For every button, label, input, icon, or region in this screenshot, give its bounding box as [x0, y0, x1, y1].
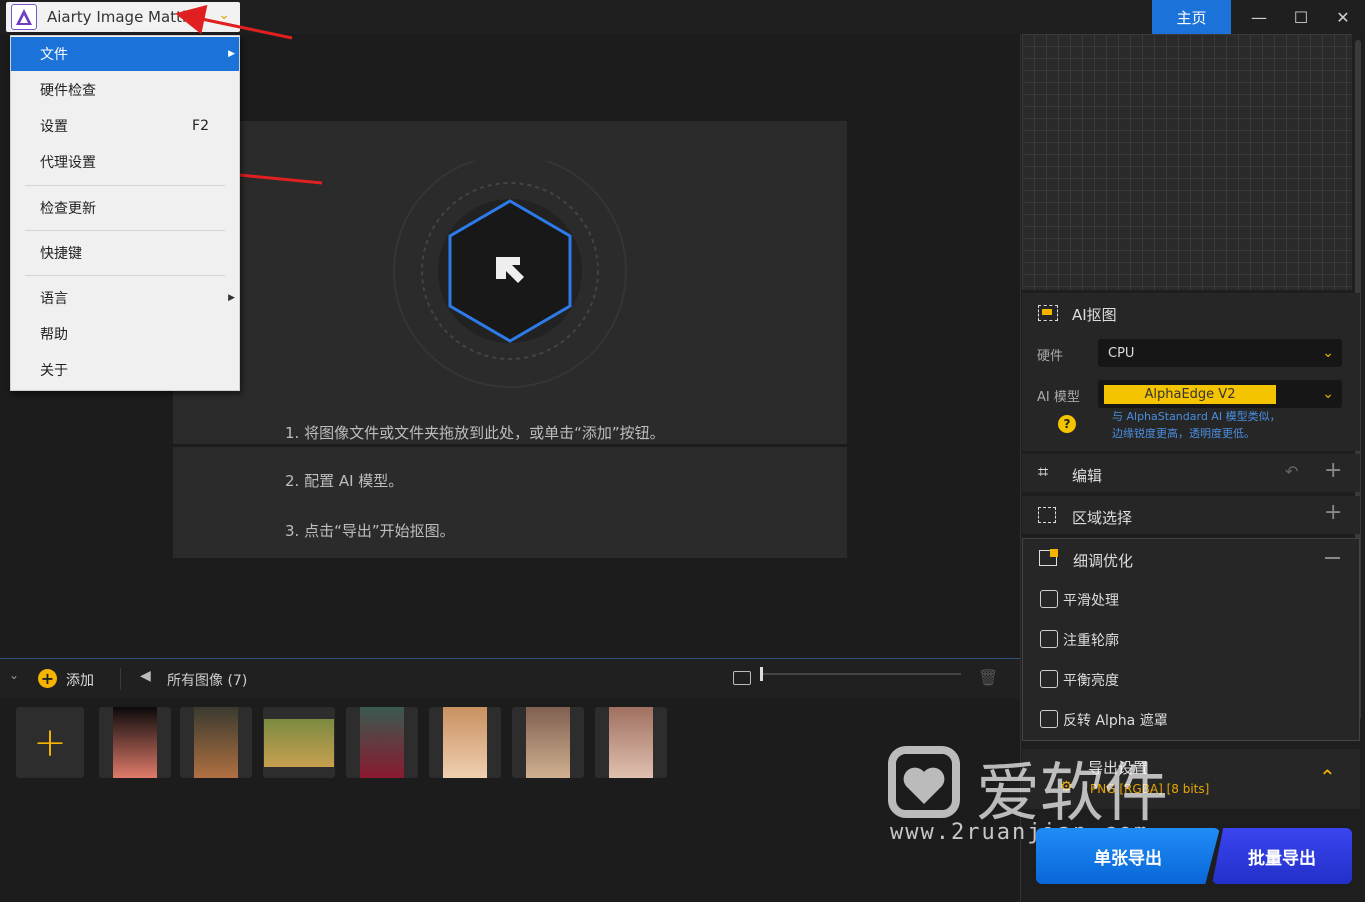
menu-item-label: 代理设置 — [40, 155, 96, 171]
brightness-checkbox[interactable] — [1040, 670, 1058, 688]
edit-title: 编辑 — [1072, 467, 1103, 485]
thumbnail-image — [194, 707, 238, 778]
contour-label: 注重轮廓 — [1063, 633, 1119, 649]
thumbnail-image — [264, 718, 334, 767]
step-3-text: 3. 点击“导出”开始抠图。 — [285, 522, 455, 540]
model-description-2: 边缘锐度更高，透明度更低。 — [1112, 427, 1255, 440]
menu-item-proxy-settings[interactable]: 代理设置 — [11, 145, 239, 179]
menu-item-label: 关于 — [40, 363, 68, 379]
step-1-text: 1. 将图像文件或文件夹拖放到此处，或单击“添加”按钮。 — [285, 424, 665, 442]
thumbnail-image — [609, 707, 653, 778]
slider-handle[interactable] — [760, 667, 763, 681]
drop-hexagon-icon — [393, 161, 627, 388]
tab-home[interactable]: 主页 — [1152, 0, 1231, 34]
add-button[interactable]: 添加 — [66, 670, 94, 690]
hardware-label: 硬件 — [1037, 349, 1064, 364]
all-images-label: 所有图像 (7) — [167, 673, 248, 689]
preview-canvas[interactable] — [1022, 34, 1352, 290]
thumbnail-image — [443, 707, 487, 778]
menu-item-label: 硬件检查 — [40, 83, 96, 99]
back-arrow-icon[interactable]: ◀ — [140, 668, 151, 684]
undo-icon[interactable]: ↶ — [1285, 462, 1298, 481]
invert-alpha-checkbox[interactable] — [1040, 710, 1058, 728]
plus-icon[interactable]: + — [1324, 500, 1342, 525]
image-toolbar: ⌄ + 添加 ◀ 所有图像 (7) 🗑 — [0, 658, 1020, 698]
refine-title: 细调优化 — [1073, 552, 1134, 570]
app-dropdown-menu: 文件 ▶ 硬件检查 设置 F2 代理设置 检查更新 快捷键 语言 ▶ 帮助 关于 — [10, 35, 240, 391]
edit-crop-icon: ⌗ — [1038, 462, 1049, 483]
thumbnail-forest-woman[interactable] — [346, 707, 418, 778]
ai-matting-title: AI抠图 — [1072, 306, 1117, 324]
steps-card: 2. 配置 AI 模型。 3. 点击“导出”开始抠图。 — [173, 447, 847, 558]
collapse-icon[interactable]: ⌄ — [9, 668, 19, 682]
menu-item-check-update[interactable]: 检查更新 — [11, 191, 239, 225]
add-icon[interactable]: + — [38, 669, 57, 688]
step-2-text: 2. 配置 AI 模型。 — [285, 472, 404, 490]
menu-item-label: 语言 — [40, 291, 68, 307]
menu-separator — [25, 275, 225, 276]
edit-section[interactable]: ⌗ 编辑 ↶ + — [1022, 454, 1360, 492]
plus-icon[interactable]: + — [1324, 458, 1342, 483]
menu-item-label: 帮助 — [40, 327, 68, 343]
shortcut-label: F2 — [192, 118, 209, 134]
menu-item-label: 设置 — [40, 119, 68, 135]
watermark-logo-icon — [888, 746, 960, 818]
thumbnail-size-slider[interactable] — [761, 673, 961, 675]
menu-item-language[interactable]: 语言 ▶ — [11, 281, 239, 315]
thumbnail-jellyfish[interactable] — [99, 707, 171, 778]
thumbnail-bicycle[interactable] — [263, 707, 335, 778]
invert-alpha-label: 反转 Alpha 遮罩 — [1063, 713, 1168, 729]
hardware-select[interactable]: CPU ⌄ — [1098, 339, 1342, 367]
toolbar-divider — [120, 668, 121, 690]
help-icon[interactable]: ? — [1058, 415, 1076, 433]
single-export-button[interactable]: 单张导出 — [1036, 828, 1220, 884]
maximize-button[interactable]: ☐ — [1280, 0, 1322, 34]
chevron-down-icon: ⌄ — [1322, 386, 1334, 402]
menu-separator — [25, 230, 225, 231]
menu-item-about[interactable]: 关于 — [11, 353, 239, 387]
ai-model-value: AlphaEdge V2 — [1104, 384, 1276, 404]
smooth-checkbox[interactable] — [1040, 590, 1058, 608]
menu-item-label: 检查更新 — [40, 201, 96, 217]
region-select-section[interactable]: 区域选择 + — [1022, 496, 1360, 534]
model-description-1: 与 AlphaStandard AI 模型类似， — [1112, 410, 1281, 423]
submenu-arrow-icon: ▶ — [228, 293, 235, 303]
close-button[interactable]: ✕ — [1322, 0, 1364, 34]
thumbnail-image — [360, 707, 404, 778]
brightness-label: 平衡亮度 — [1063, 673, 1119, 689]
menu-separator — [25, 185, 225, 186]
region-select-icon — [1038, 507, 1056, 523]
refine-icon — [1039, 549, 1058, 566]
thumbnail-image — [526, 707, 570, 778]
chevron-down-icon: ⌄ — [1322, 345, 1334, 361]
ai-model-label: AI 模型 — [1037, 390, 1080, 405]
contour-checkbox[interactable] — [1040, 630, 1058, 648]
menu-item-settings[interactable]: 设置 F2 — [11, 109, 239, 143]
menu-item-help[interactable]: 帮助 — [11, 317, 239, 351]
minimize-button[interactable]: — — [1238, 0, 1280, 34]
expand-up-icon[interactable]: ⌃ — [1319, 765, 1336, 789]
ai-matting-section: AI抠图 硬件 CPU ⌄ AI 模型 AlphaEdge V2 ⌄ ? 与 A… — [1022, 293, 1360, 451]
ai-matting-icon — [1038, 305, 1058, 321]
thumbnail-woman-dress[interactable] — [512, 707, 584, 778]
thumbnail-woman-flowers[interactable] — [595, 707, 667, 778]
hardware-value: CPU — [1108, 345, 1135, 361]
batch-export-button[interactable]: 批量导出 — [1212, 828, 1352, 884]
menu-item-shortcuts[interactable]: 快捷键 — [11, 236, 239, 270]
menu-item-file[interactable]: 文件 ▶ — [11, 37, 239, 71]
menu-item-label: 文件 — [40, 47, 68, 63]
menu-item-hardware-check[interactable]: 硬件检查 — [11, 73, 239, 107]
submenu-arrow-icon: ▶ — [228, 49, 235, 59]
thumbnail-image — [113, 707, 157, 778]
image-size-icon — [733, 671, 751, 685]
ai-model-select[interactable]: AlphaEdge V2 ⌄ — [1098, 380, 1342, 408]
add-image-button[interactable]: + — [16, 707, 84, 778]
region-select-title: 区域选择 — [1072, 509, 1133, 527]
menu-item-label: 快捷键 — [40, 246, 82, 262]
trash-icon[interactable]: 🗑 — [978, 668, 998, 687]
thumbnail-bird[interactable] — [180, 707, 252, 778]
collapse-minus-icon[interactable] — [1325, 557, 1340, 559]
thumbnail-flower-woman[interactable] — [429, 707, 501, 778]
smooth-label: 平滑处理 — [1063, 593, 1119, 609]
